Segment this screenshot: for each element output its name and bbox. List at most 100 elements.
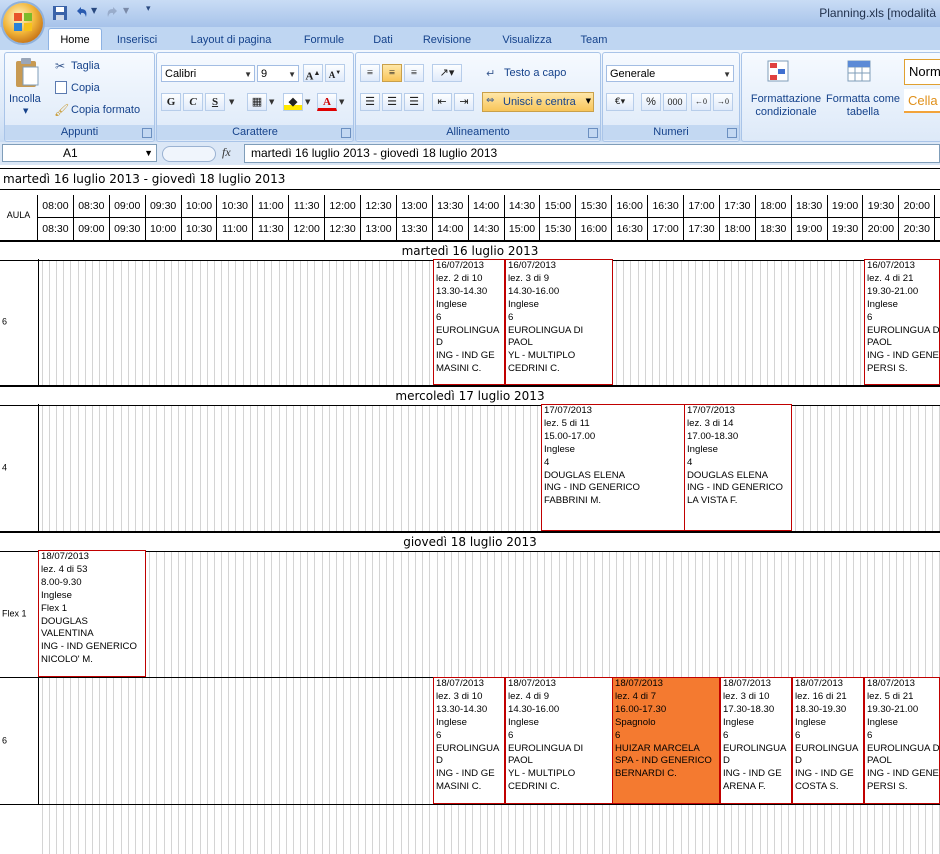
lesson-line: 18/07/2013 xyxy=(795,678,844,689)
lesson-line: ING - IND GENERICO xyxy=(687,482,783,494)
room-cell[interactable]: Flex 1 xyxy=(0,550,39,677)
room-cell[interactable]: 6 xyxy=(0,259,39,385)
lesson-line: PAOL xyxy=(508,755,533,767)
office-button[interactable] xyxy=(3,3,43,43)
lesson-line: Inglese xyxy=(687,443,718,455)
lesson-line: PAOL xyxy=(867,755,892,767)
row-divider xyxy=(0,804,940,805)
lesson-line: LA VISTA F. xyxy=(687,495,738,507)
lesson-line: DOUGLAS xyxy=(41,615,88,627)
lesson-line: 6 xyxy=(436,729,442,741)
lesson-line: lez. 4 di 7 xyxy=(615,690,657,702)
lesson-line: VALENTINA xyxy=(41,628,94,640)
lesson-line: 18.30-19.30 xyxy=(795,703,847,715)
room-cell[interactable]: 6 xyxy=(0,677,39,804)
lesson-line: lez. 5 di 11 xyxy=(544,417,590,429)
lesson-line: 6 xyxy=(615,729,621,741)
lesson-line: EUROLINGUA D xyxy=(867,742,939,754)
lesson-line: EUROLINGUA xyxy=(436,742,500,754)
lesson-block[interactable]: 17/07/2013 lez. 5 di 11 15.00-17.00 Inglese… xyxy=(541,404,685,531)
lesson-line: 18/07/2013 xyxy=(41,551,90,562)
lesson-line: Inglese xyxy=(436,716,467,728)
lesson-line: 16/07/2013 xyxy=(436,260,485,271)
lesson-block[interactable]: 18/07/2013 lez. 4 di 7 16.00-17.30 Spagnolo… xyxy=(612,677,720,804)
lesson-line: 6 xyxy=(723,729,729,741)
lesson-line: Inglese xyxy=(436,298,467,310)
lesson-block[interactable]: 18/07/2013 lez. 4 di 9 14.30-16.00 Inglese 6… xyxy=(505,677,613,804)
room-label: 6 xyxy=(2,735,8,745)
lesson-line: 14.30-16.00 xyxy=(508,285,560,297)
lesson-line: MASINI C. xyxy=(436,781,482,793)
lesson-line: COSTA S. xyxy=(795,781,839,793)
lesson-line: 18/07/2013 xyxy=(723,678,772,689)
lesson-line: ING - IND GENERICO xyxy=(544,482,640,494)
lesson-line: ARENA F. xyxy=(723,781,766,793)
lesson-line: 4 xyxy=(687,456,693,468)
lesson-line: YL - MULTIPLO xyxy=(508,768,576,780)
lesson-line: 6 xyxy=(795,729,801,741)
lesson-line: DOUGLAS ELENA xyxy=(687,469,769,481)
lesson-line: EUROLINGUA DI xyxy=(508,324,584,336)
lesson-line: 8.00-9.30 xyxy=(41,576,82,588)
lesson-line: 4 xyxy=(544,456,550,468)
lesson-line: EUROLINGUA DI xyxy=(508,742,584,754)
lesson-line: 16.00-17.30 xyxy=(615,703,667,715)
lesson-line: YL - MULTIPLO xyxy=(508,350,576,362)
lesson-line: ING - IND GENE xyxy=(867,768,939,780)
lesson-line: lez. 16 di 21 xyxy=(795,690,847,702)
room-cell[interactable]: 4 xyxy=(0,404,39,531)
lesson-line: BERNARDI C. xyxy=(615,768,677,780)
lesson-line: EUROLINGUA xyxy=(723,742,787,754)
day-header: martedì 16 luglio 2013 xyxy=(0,241,940,261)
lesson-line: PAOL xyxy=(508,337,533,349)
lesson-line: 18/07/2013 xyxy=(436,678,485,689)
lesson-line: Inglese xyxy=(544,443,575,455)
lesson-block[interactable]: 18/07/2013 lez. 3 di 10 17.30-18.30 Inglese… xyxy=(720,677,792,804)
lesson-line: HUIZAR MARCELA xyxy=(615,742,700,754)
lesson-line: ING - IND GE xyxy=(436,768,495,780)
lesson-block[interactable]: 18/07/2013 lez. 5 di 21 19.30-21.00 Inglese… xyxy=(864,677,940,804)
lesson-line: EUROLINGUA xyxy=(436,324,500,336)
lesson-line: 17.30-18.30 xyxy=(723,703,775,715)
lesson-line: lez. 2 di 10 xyxy=(436,272,483,284)
lesson-line: 6 xyxy=(436,311,442,323)
day-header: mercoledì 17 luglio 2013 xyxy=(0,386,940,406)
lesson-block[interactable]: 16/07/2013 lez. 3 di 9 14.30-16.00 Inglese 6… xyxy=(505,259,613,385)
lesson-line: 16/07/2013 xyxy=(867,260,916,271)
room-label: Flex 1 xyxy=(2,608,27,618)
lesson-block[interactable]: 18/07/2013 lez. 4 di 53 8.00-9.30 Inglese Fl… xyxy=(38,550,146,677)
schedule-body: martedì 16 luglio 2013 6 16/07/2013 lez. 2 … xyxy=(0,0,940,854)
lesson-line: 15.00-17.00 xyxy=(544,430,596,442)
lesson-line: 6 xyxy=(867,729,873,741)
lesson-line: ING - IND GENE xyxy=(867,350,939,362)
lesson-line: Inglese xyxy=(41,589,72,601)
lesson-line: Inglese xyxy=(508,716,539,728)
lesson-block[interactable]: 16/07/2013 lez. 4 di 21 19.30-21.00 Inglese… xyxy=(864,259,940,385)
lesson-line: ING - IND GENERICO xyxy=(41,641,137,653)
lesson-line: PERSI S. xyxy=(867,363,908,375)
lesson-line: 19.30-21.00 xyxy=(867,703,919,715)
lesson-block[interactable]: 18/07/2013 lez. 3 di 10 13.30-14.30 Inglese… xyxy=(433,677,505,804)
lesson-line: ING - IND GE xyxy=(723,768,782,780)
lesson-line: ING - IND GE xyxy=(436,350,495,362)
lesson-line: CEDRINI C. xyxy=(508,781,560,793)
lesson-line: PERSI S. xyxy=(867,781,908,793)
lesson-block[interactable]: 18/07/2013 lez. 16 di 21 18.30-19.30 Ingles… xyxy=(792,677,864,804)
lesson-line: D xyxy=(723,755,730,767)
lesson-line: 16/07/2013 xyxy=(508,260,557,271)
lesson-line: MASINI C. xyxy=(436,363,482,375)
room-label: 6 xyxy=(2,316,8,327)
lesson-block[interactable]: 17/07/2013 lez. 3 di 14 17.00-18.30 Inglese… xyxy=(684,404,792,531)
lesson-line: D xyxy=(436,755,443,767)
lesson-line: D xyxy=(436,337,443,349)
lesson-line: Spagnolo xyxy=(615,716,656,728)
lesson-line: 19.30-21.00 xyxy=(867,285,919,297)
lesson-line: lez. 4 di 53 xyxy=(41,563,88,575)
lesson-line: 6 xyxy=(508,311,514,323)
lesson-line: 17/07/2013 xyxy=(544,405,593,416)
lesson-line: 18/07/2013 xyxy=(508,678,557,689)
lesson-line: CEDRINI C. xyxy=(508,363,560,375)
lesson-line: PAOL xyxy=(867,337,892,349)
lesson-line: lez. 4 di 9 xyxy=(508,690,550,702)
lesson-block[interactable]: 16/07/2013 lez. 2 di 10 13.30-14.30 Inglese… xyxy=(433,259,505,385)
